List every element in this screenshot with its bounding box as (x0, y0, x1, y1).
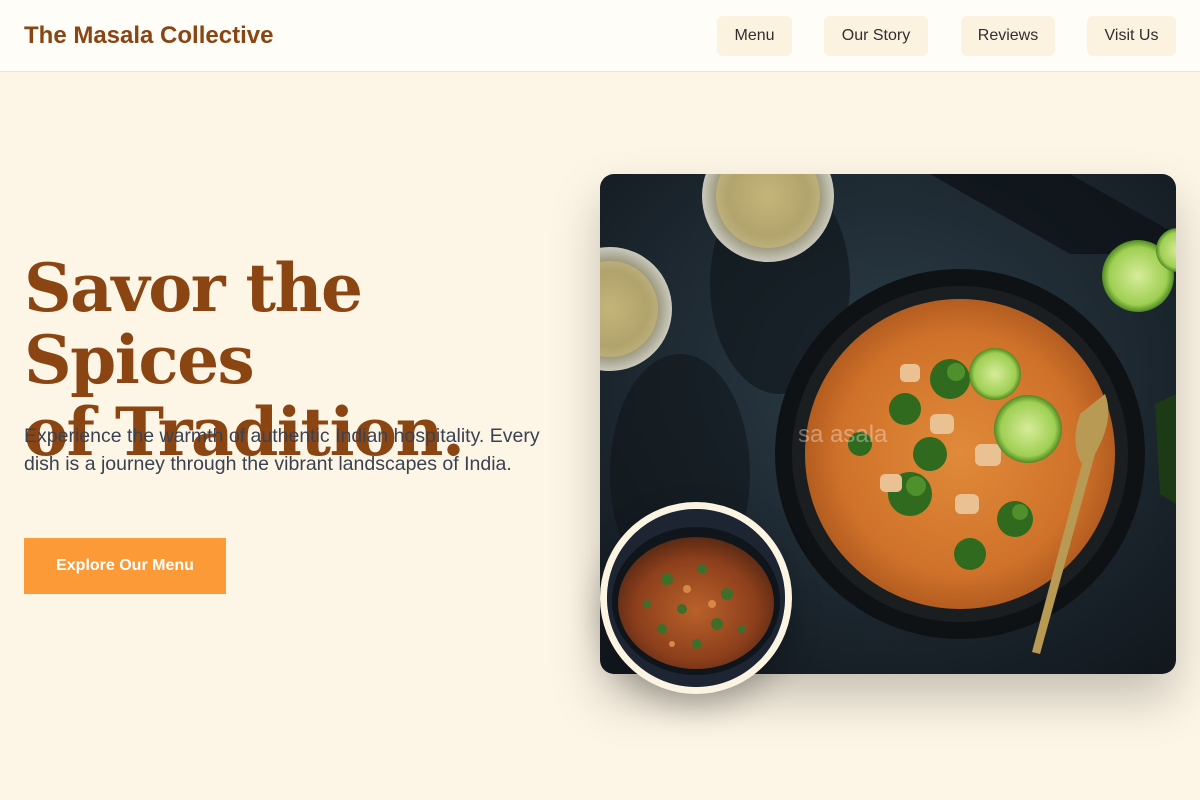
brand-logo-text[interactable]: The Masala Collective (24, 22, 273, 50)
explore-menu-button[interactable]: Explore Our Menu (24, 538, 226, 594)
site-header: The Masala Collective Menu Our Story Rev… (0, 0, 1200, 72)
nav-reviews-button[interactable]: Reviews (961, 16, 1055, 56)
nav-menu-button[interactable]: Menu (717, 16, 792, 56)
hero-subtext: Experience the warmth of authentic India… (24, 425, 540, 475)
nav-visit-us-button[interactable]: Visit Us (1087, 16, 1176, 56)
image-watermark: sa asala (798, 421, 888, 448)
curry-thumbnail-image (600, 502, 792, 694)
hero-headline-line1: Savor the Spices (24, 249, 363, 399)
nav-our-story-button[interactable]: Our Story (824, 16, 928, 56)
